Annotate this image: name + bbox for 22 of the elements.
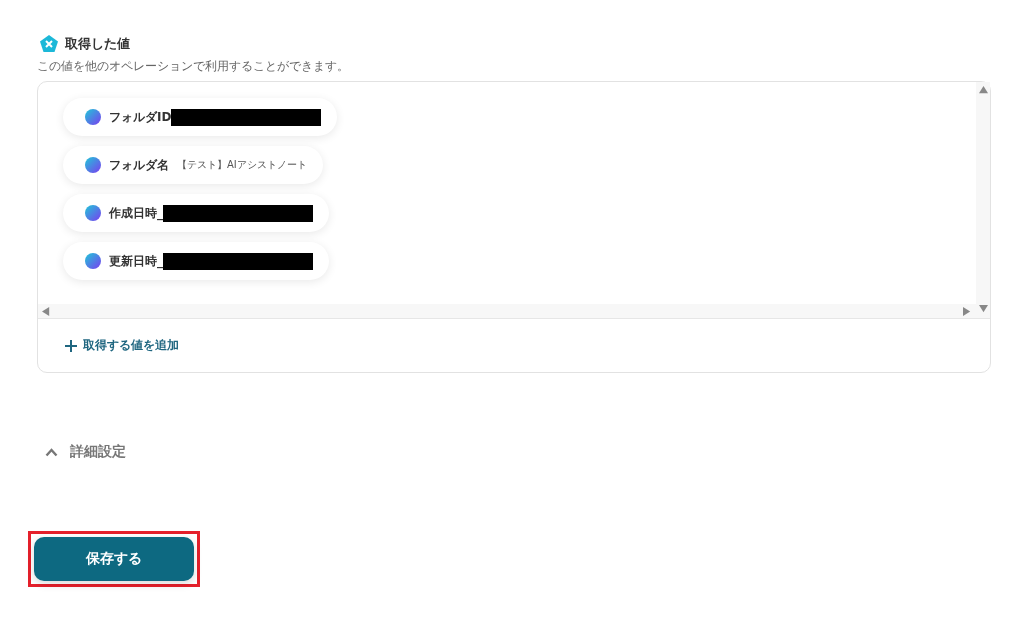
value-chip[interactable]: 更新日時_ <box>63 242 329 280</box>
section-title: 取得した値 <box>65 35 130 53</box>
add-value-link[interactable]: 取得する値を追加 <box>65 337 179 354</box>
app-logo-icon <box>85 157 101 173</box>
variable-icon <box>39 34 59 54</box>
vertical-scrollbar[interactable] <box>976 82 990 318</box>
section-description: この値を他のオペレーションで利用することができます。 <box>37 59 349 74</box>
app-logo-icon <box>85 109 101 125</box>
scroll-down-icon[interactable] <box>978 305 988 314</box>
chevron-up-icon <box>45 447 58 457</box>
scroll-left-icon[interactable] <box>42 306 51 316</box>
scroll-up-icon[interactable] <box>978 86 988 95</box>
save-button[interactable]: 保存する <box>34 537 194 581</box>
plus-icon <box>65 339 77 352</box>
value-chip[interactable]: フォルダID <box>63 98 338 136</box>
scroll-right-icon[interactable] <box>963 306 972 316</box>
value-chip[interactable]: フォルダ名 【テスト】AIアシストノート <box>63 146 323 184</box>
value-chip[interactable]: 作成日時_ <box>63 194 329 232</box>
app-logo-icon <box>85 253 101 269</box>
advanced-settings-toggle[interactable]: 詳細設定 <box>45 443 126 461</box>
app-logo-icon <box>85 205 101 221</box>
horizontal-scrollbar[interactable] <box>38 304 976 318</box>
